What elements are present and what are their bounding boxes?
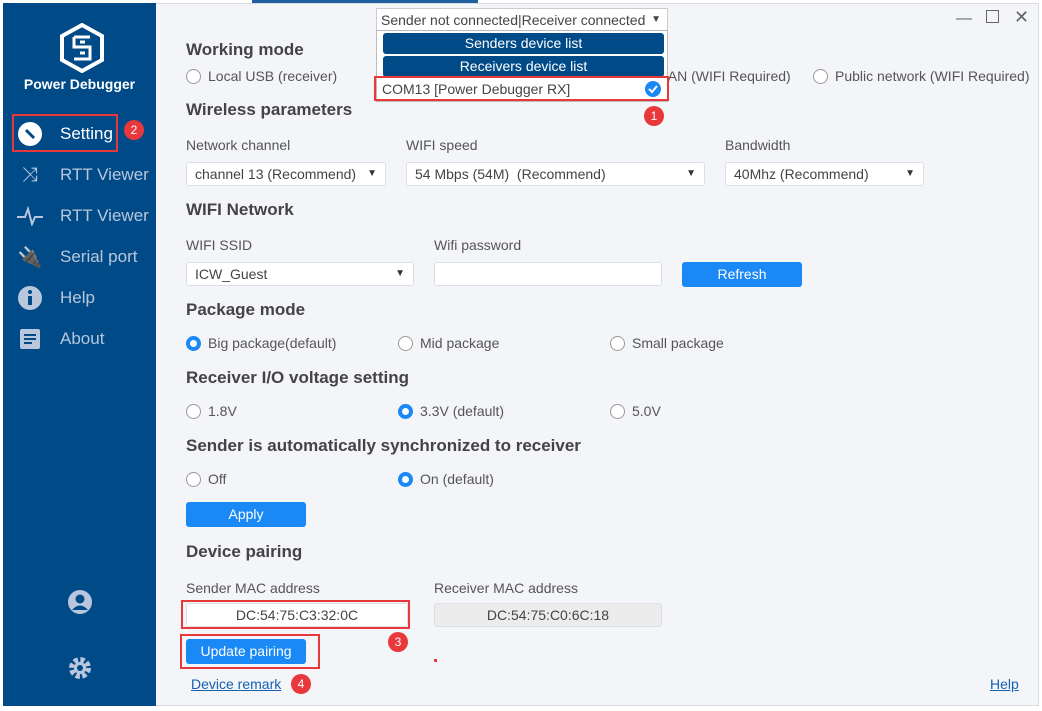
sidebar-item-about[interactable]: About	[17, 322, 104, 356]
receiver-mac-input: DC:54:75:C0:6C:18	[434, 603, 662, 627]
connection-status-dropdown[interactable]: Sender not connected|Receiver connected ▼	[376, 8, 668, 32]
gear-icon[interactable]	[68, 656, 92, 680]
select-value: ICW_Guest	[195, 266, 268, 282]
app-brand: Power Debugger	[23, 76, 136, 92]
sidebar: Power Debugger Setting ⤨ RTT Viewer RTT V…	[3, 3, 156, 706]
annotation-badge: 4	[291, 674, 311, 694]
sync-title: Sender is automatically synchronized to …	[186, 436, 581, 455]
sidebar-item-label: Serial port	[60, 247, 138, 266]
speed-label: WIFI speed	[406, 137, 478, 153]
chevron-down-icon: ▼	[686, 168, 696, 179]
radio-label: 5.0V	[632, 403, 661, 419]
radio-3-3v[interactable]: 3.3V (default)	[398, 403, 504, 419]
select-value: channel 13 (Recommend)	[195, 166, 357, 182]
sidebar-item-serial-port[interactable]: 🔌 Serial port	[17, 240, 138, 274]
chevron-down-icon: ▼	[651, 14, 661, 25]
radio-label: Mid package	[420, 335, 500, 351]
annotation-dot	[434, 659, 437, 662]
device-remark-link[interactable]: Device remark	[191, 676, 281, 692]
radio-1-8v[interactable]: 1.8V	[186, 403, 237, 419]
app-window	[3, 3, 1039, 706]
sidebar-item-label: RTT Viewer	[60, 206, 149, 225]
radio-label: Off	[208, 471, 227, 487]
channel-label: Network channel	[186, 137, 291, 153]
sidebar-item-help[interactable]: Help	[17, 281, 95, 315]
refresh-button[interactable]: Refresh	[682, 262, 802, 287]
radio-sync-off[interactable]: Off	[186, 471, 226, 487]
select-value: 40Mhz (Recommend)	[734, 166, 869, 182]
channel-select[interactable]: channel 13 (Recommend) ▼	[186, 162, 386, 186]
pairing-title: Device pairing	[186, 542, 303, 561]
radio-public-network[interactable]: Public network (WIFI Required)	[813, 68, 1030, 84]
receivers-device-list-button[interactable]: Receivers device list	[383, 56, 664, 77]
chevron-down-icon: ▼	[395, 268, 405, 279]
voltage-title: Receiver I/O voltage setting	[186, 368, 409, 387]
radio-sync-on[interactable]: On (default)	[398, 471, 494, 487]
wireless-title: Wireless parameters	[186, 100, 353, 119]
wifi-title: WIFI Network	[186, 200, 294, 219]
password-input[interactable]	[434, 262, 662, 286]
radio-label: Public network (WIFI Required)	[835, 68, 1030, 84]
minimize-icon[interactable]: —	[956, 10, 972, 28]
select-value: 54 Mbps (54M) (Recommend)	[415, 166, 606, 182]
bandwidth-label: Bandwidth	[725, 137, 791, 153]
speed-select[interactable]: 54 Mbps (54M) (Recommend) ▼	[406, 162, 705, 186]
user-icon[interactable]	[68, 590, 92, 614]
radio-label: 3.3V (default)	[420, 403, 505, 419]
sidebar-item-label: RTT Viewer	[60, 165, 149, 184]
restore-icon[interactable]	[986, 10, 999, 23]
radio-small-package[interactable]: Small package	[610, 335, 724, 351]
radio-label: 1.8V	[208, 403, 237, 419]
chevron-down-icon: ▼	[367, 168, 377, 179]
logo-icon	[60, 23, 104, 73]
annotation-badge: 2	[124, 120, 144, 140]
package-title: Package mode	[186, 300, 306, 319]
annotation-box-setting	[12, 114, 118, 152]
radio-label: LAN (WIFI Required)	[660, 68, 791, 84]
annotation-badge: 1	[644, 106, 664, 126]
ssid-select[interactable]: ICW_Guest ▼	[186, 262, 414, 286]
close-icon[interactable]: ✕	[1014, 7, 1029, 28]
annotation-box-sender-mac	[181, 600, 410, 629]
radio-local-usb[interactable]: Local USB (receiver)	[186, 68, 337, 84]
password-label: Wifi password	[434, 237, 522, 253]
senders-device-list-button[interactable]: Senders device list	[383, 33, 664, 54]
ssid-label: WIFI SSID	[186, 237, 253, 253]
document-icon	[17, 326, 43, 352]
dropdown-value: Sender not connected|Receiver connected	[381, 12, 646, 28]
info-icon	[17, 285, 43, 311]
plug-icon: 🔌	[17, 246, 43, 269]
radio-label: Local USB (receiver)	[208, 68, 338, 84]
sidebar-item-rtt-viewer-2[interactable]: RTT Viewer	[17, 199, 149, 233]
radio-5-0v[interactable]: 5.0V	[610, 403, 661, 419]
radio-mid-package[interactable]: Mid package	[398, 335, 499, 351]
annotation-box-device	[374, 76, 669, 101]
help-link[interactable]: Help	[990, 676, 1019, 692]
sidebar-item-label: Help	[60, 288, 95, 307]
radio-label: Small package	[632, 335, 724, 351]
apply-button[interactable]: Apply	[186, 502, 306, 527]
annotation-box-update-pairing	[180, 634, 320, 669]
radio-big-package[interactable]: Big package(default)	[186, 335, 336, 351]
pulse-icon	[17, 203, 43, 229]
radio-label: On (default)	[420, 471, 494, 487]
sidebar-item-rtt-viewer[interactable]: ⤨ RTT Viewer	[17, 158, 149, 192]
working-mode-title: Working mode	[186, 40, 304, 59]
receiver-mac-label: Receiver MAC address	[434, 580, 578, 596]
chevron-down-icon: ▼	[905, 168, 915, 179]
bandwidth-select[interactable]: 40Mhz (Recommend) ▼	[725, 162, 924, 186]
sidebar-item-label: About	[60, 329, 105, 348]
sender-mac-label: Sender MAC address	[186, 580, 320, 596]
shuffle-icon: ⤨	[22, 163, 38, 186]
radio-label: Big package(default)	[208, 335, 337, 351]
annotation-badge: 3	[388, 632, 408, 652]
